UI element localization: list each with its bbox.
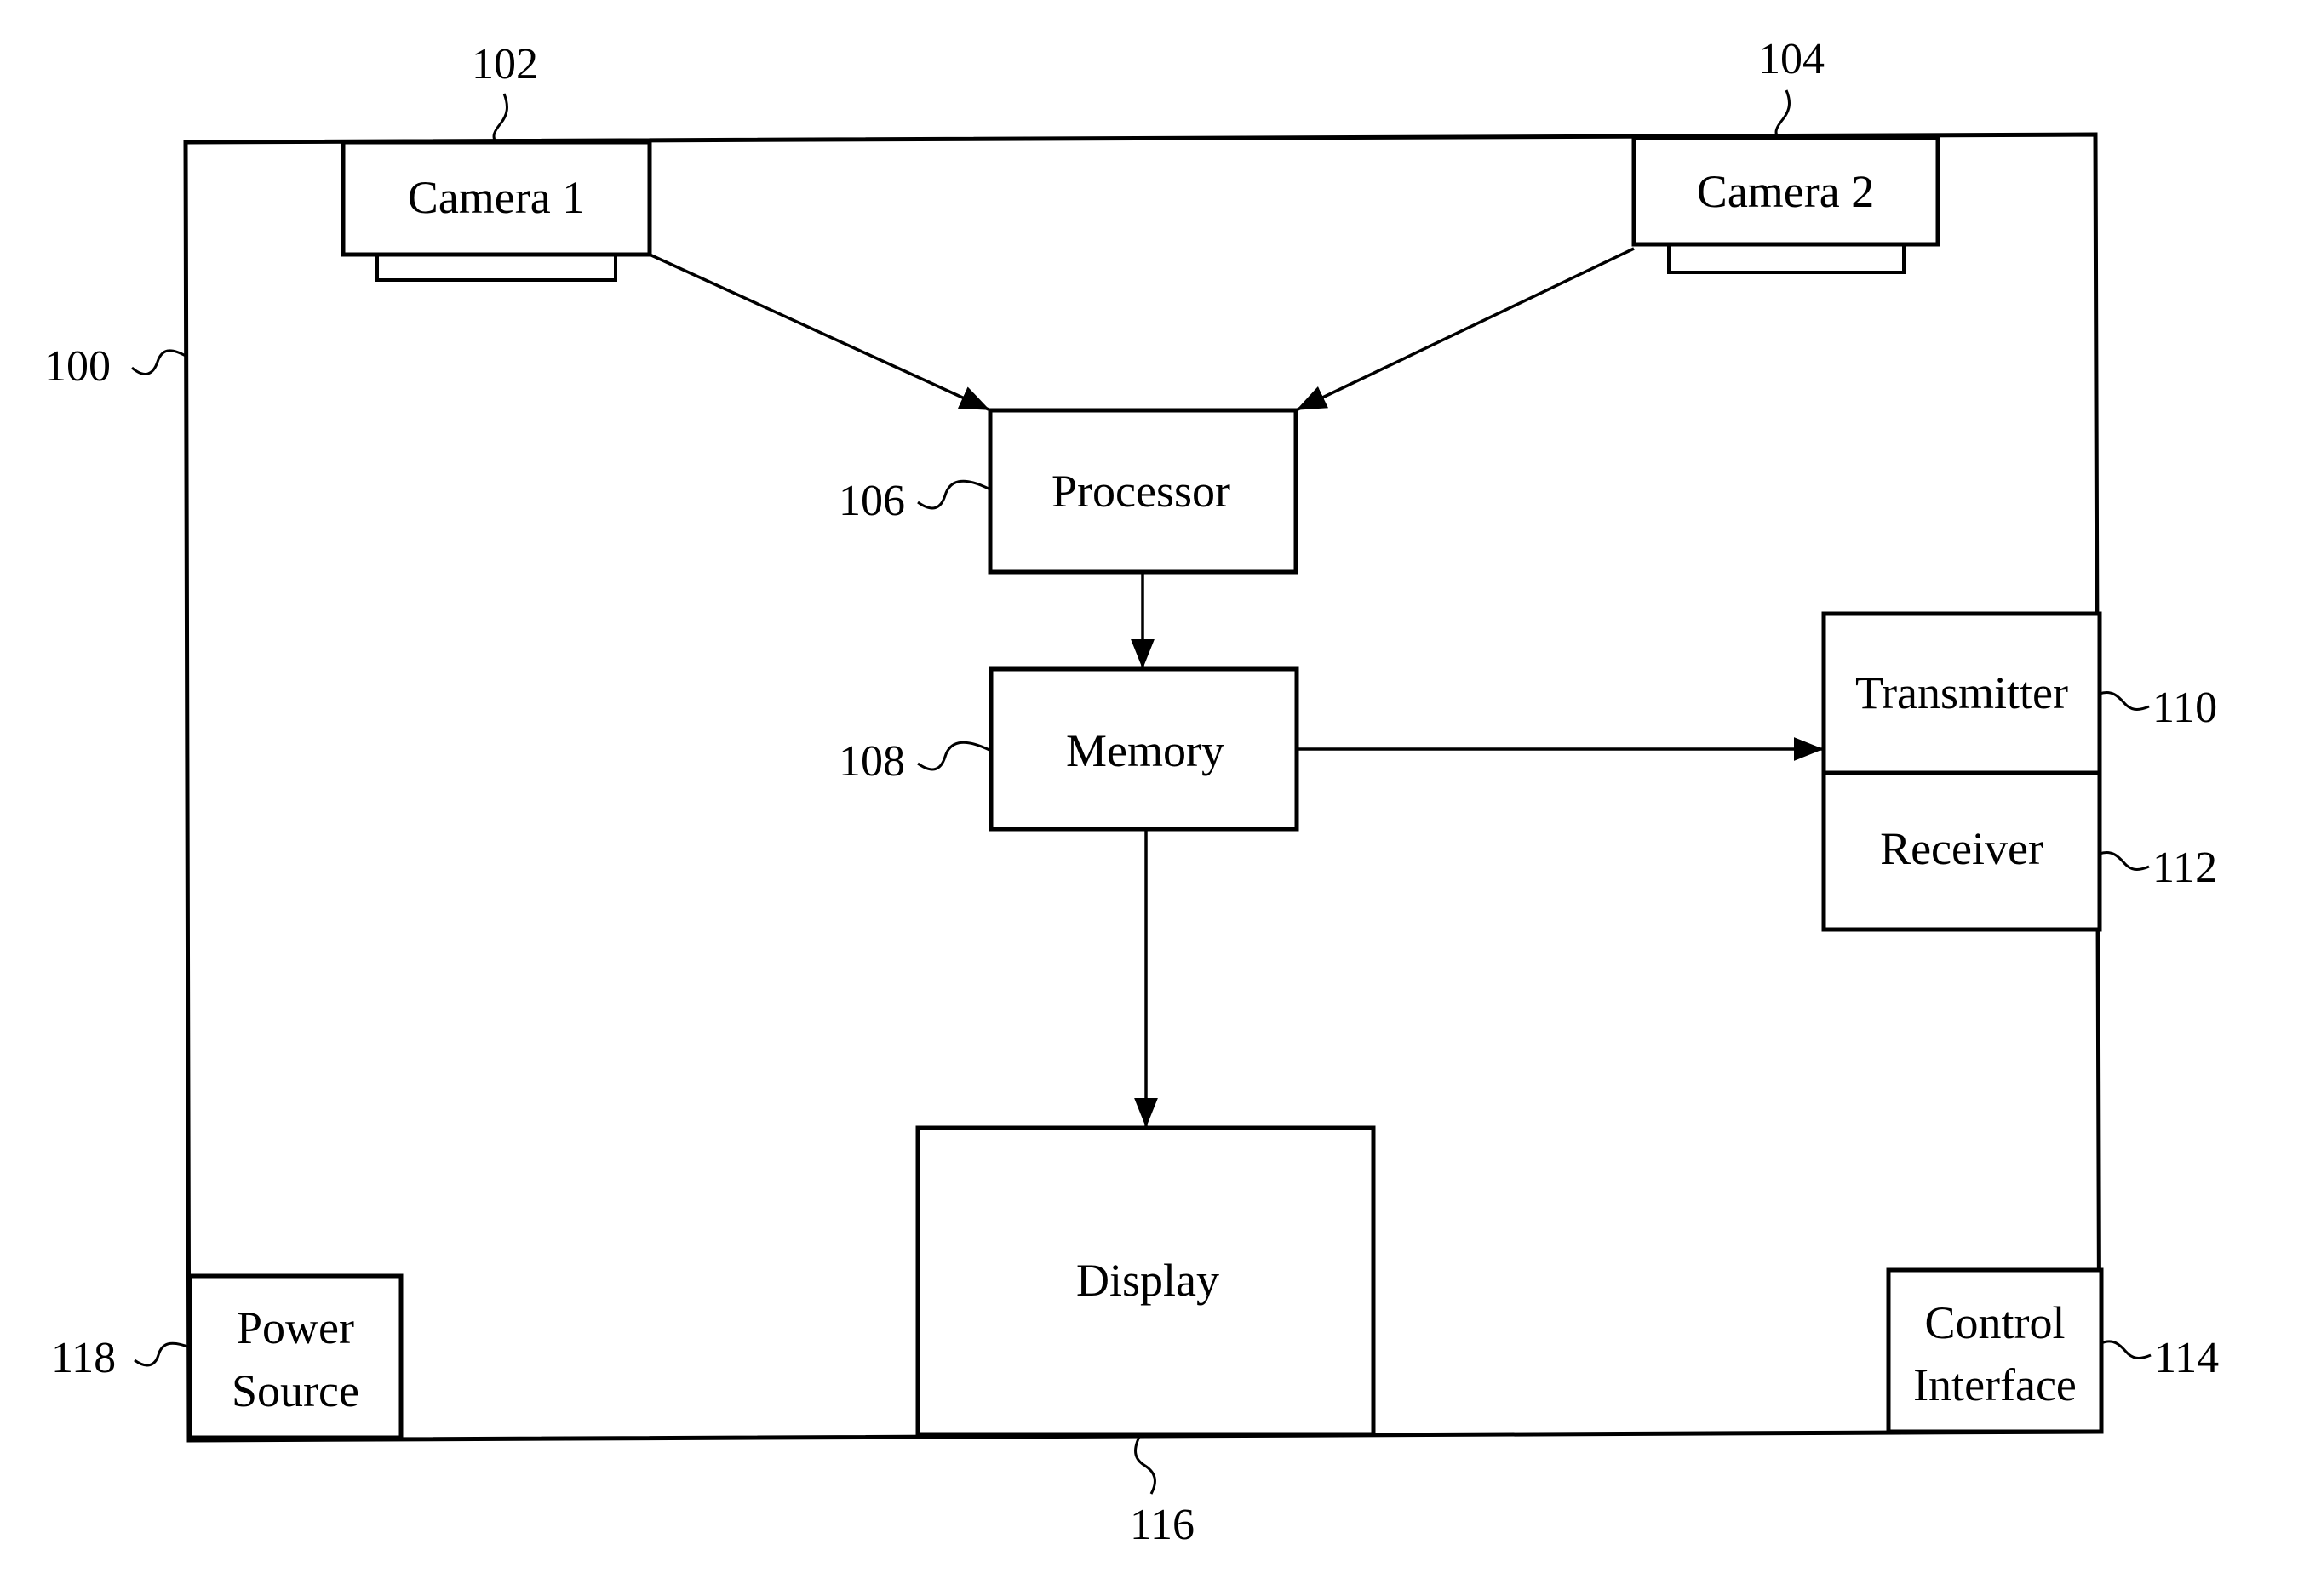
arrow-camera1-to-processor [649,253,990,411]
ref-leader-100 [131,349,186,375]
control-interface-block: Control Interface [1886,1267,2104,1434]
ref-leader-114 [2100,1340,2152,1359]
ref-104: 104 [1758,35,1825,83]
ref-114: 114 [2154,1334,2219,1382]
ref-108: 108 [839,737,905,786]
ref-leader-104 [1774,89,1791,139]
control-interface-label-line2: Interface [1913,1359,2077,1410]
ref-118: 118 [51,1334,116,1382]
memory-block: Memory [989,666,1299,832]
ref-110: 110 [2152,684,2217,732]
power-source-block: Power Source [187,1273,404,1440]
ref-leader-116 [1134,1436,1156,1495]
camera-2-block: Camera 2 [1631,135,1940,274]
ref-106: 106 [839,477,905,525]
transceiver-block: Transmitter Receiver [1821,611,2102,932]
ref-100: 100 [44,342,111,391]
transmitter-label: Transmitter [1855,667,2068,718]
camera-1-block: Camera 1 [341,140,652,282]
ref-leader-110 [2099,690,2150,711]
power-source-label-line1: Power [237,1302,354,1353]
display-label: Display [1076,1255,1219,1306]
camera-2-label: Camera 2 [1697,166,1874,217]
ref-112: 112 [2152,844,2217,892]
power-source-label-line2: Source [232,1365,359,1416]
display-block: Display [915,1125,1376,1437]
memory-label: Memory [1066,725,1224,776]
receiver-label: Receiver [1880,823,2043,874]
camera-1-label: Camera 1 [408,172,585,223]
arrow-camera2-to-processor [1296,247,1635,411]
ref-116: 116 [1130,1501,1195,1549]
camera-2-lens [1667,243,1906,274]
processor-block: Processor [988,408,1298,575]
camera-1-lens [375,253,617,282]
processor-label: Processor [1052,466,1230,517]
ref-leader-112 [2099,850,2150,871]
ref-leader-118 [134,1341,191,1367]
block-diagram: 100 Camera 1 102 Camera 2 104 Processor … [44,35,2219,1549]
ref-leader-106 [917,479,991,510]
ref-leader-102 [492,93,508,143]
ref-102: 102 [472,40,538,89]
control-interface-label-line1: Control [1924,1297,2065,1348]
ref-leader-108 [917,741,992,771]
